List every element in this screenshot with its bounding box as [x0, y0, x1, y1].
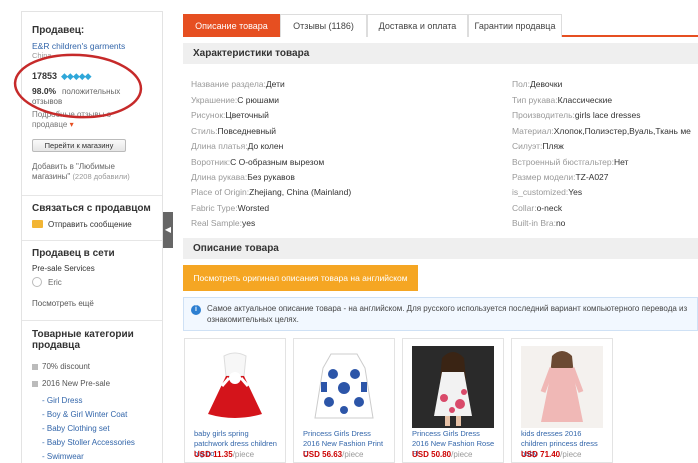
collapse-sidebar-button[interactable]: ◀ [163, 212, 173, 248]
expand-icon [32, 363, 38, 370]
view-original-description-button[interactable]: Посмотреть оригинал описания товара на а… [183, 265, 418, 291]
spec-row: Производитель:girls lace dresses [512, 110, 641, 120]
spec-row: Длина платья:До колен [191, 141, 284, 151]
spec-row: Стиль:Повседневный [191, 126, 277, 136]
expand-icon [32, 380, 38, 387]
tab-shipping[interactable]: Доставка и оплата [367, 14, 468, 37]
subcategory-item[interactable]: - Baby Stoller Accessories [42, 438, 135, 447]
go-to-store-button[interactable]: Перейти к магазину [32, 139, 126, 152]
spec-row: Built-in Bra:no [512, 218, 566, 228]
spec-row: Материал:Хлопок,Полиэстер,Вуаль,Ткань ме [512, 126, 691, 136]
envelope-icon [32, 220, 43, 228]
annotation-ellipse [13, 53, 143, 119]
spec-row: Название раздела:Дети [191, 79, 285, 89]
product-price: USD 71.40/piece [521, 450, 582, 459]
seller-title: Продавец: [32, 25, 85, 36]
spec-row: Силуэт:Пляж [512, 141, 564, 151]
spec-row: Украшение:С рюшами [191, 95, 280, 105]
product-image [194, 346, 276, 428]
product-price: USD 56.63/piece [303, 450, 364, 459]
add-favorites-link-2[interactable]: магазины" (2208 добавили) [32, 172, 130, 181]
subcategory-item[interactable]: - Baby Clothing set [42, 424, 110, 433]
description-header: Описание товара [183, 238, 698, 259]
spec-row: Пол:Девочки [512, 79, 563, 89]
categories-title-2: продавца [32, 340, 81, 351]
categories-title: Товарные категории [32, 329, 134, 340]
product-price: USD 50.80/piece [412, 450, 473, 459]
product-card[interactable]: Princess Girls Dress 2016 New Fashion Pr… [293, 338, 395, 463]
favorites-count: (2208 добавили) [72, 172, 130, 181]
spec-row: Рисунок:Цветочный [191, 110, 269, 120]
user-status-icon [32, 277, 42, 287]
presale-label: Pre-sale Services [32, 264, 95, 273]
spec-row: Place of Origin:Zhejiang, China (Mainlan… [191, 187, 352, 197]
spec-row: Воротник:С О-образным вырезом [191, 157, 325, 167]
specs-header: Характеристики товара [183, 43, 698, 64]
spec-row: Тип рукава:Классические [512, 95, 613, 105]
contact-title: Связаться с продавцом [32, 203, 151, 214]
spec-row: Встроенный бюстгальтер:Нет [512, 157, 629, 167]
divider [22, 320, 162, 321]
info-icon: i [191, 305, 201, 315]
spec-row: Real Sample:yes [191, 218, 256, 228]
subcategory-item[interactable]: - Girl Dress [42, 396, 82, 405]
product-image [303, 346, 385, 428]
product-card[interactable]: kids dresses 2016 children princess dres… [511, 338, 613, 463]
send-message-link[interactable]: Отправить сообщение [48, 220, 132, 229]
product-card[interactable]: baby girls spring patchwork dress childr… [184, 338, 286, 463]
divider [22, 195, 162, 196]
tab-description[interactable]: Описание товара [183, 14, 280, 37]
chevron-left-icon: ◀ [164, 225, 172, 234]
see-more-link[interactable]: Посмотреть ещё [32, 299, 94, 308]
spec-row: Длина рукава:Без рукавов [191, 172, 295, 182]
tab-guarantees[interactable]: Гарантии продавца [468, 14, 562, 37]
translation-notice: i Самое актуальное описание товара - на … [183, 297, 698, 331]
agent-name[interactable]: Eric [48, 278, 62, 287]
add-favorites-link[interactable]: Добавить в "Любимые [32, 162, 115, 171]
product-card[interactable]: Princess Girls Dress 2016 New Fashion Ro… [402, 338, 504, 463]
product-image [412, 346, 494, 428]
divider [22, 240, 162, 241]
spec-row: Collar:o-neck [512, 203, 563, 213]
category-item[interactable]: 70% discount [32, 362, 90, 371]
spec-row: is_customized:Yes [512, 187, 583, 197]
spec-row: Размер модели:TZ-A027 [512, 172, 609, 182]
product-price: USD 11.35/piece [194, 450, 255, 459]
spec-row: Fabric Type:Worsted [191, 203, 270, 213]
online-title: Продавец в сети [32, 248, 115, 259]
product-image [521, 346, 603, 428]
product-tabs: Описание товара Отзывы (1186) Доставка и… [183, 14, 698, 37]
tab-reviews[interactable]: Отзывы (1186) [280, 14, 367, 37]
subcategory-item[interactable]: - Boy & Girl Winter Coat [42, 410, 127, 419]
category-item[interactable]: 2016 New Pre-sale [32, 379, 110, 388]
notice-text: Самое актуальное описание товара - на ан… [207, 304, 688, 313]
subcategory-item[interactable]: - Swimwear [42, 452, 84, 461]
notice-text-2: ознакомительных целях. [207, 315, 299, 324]
